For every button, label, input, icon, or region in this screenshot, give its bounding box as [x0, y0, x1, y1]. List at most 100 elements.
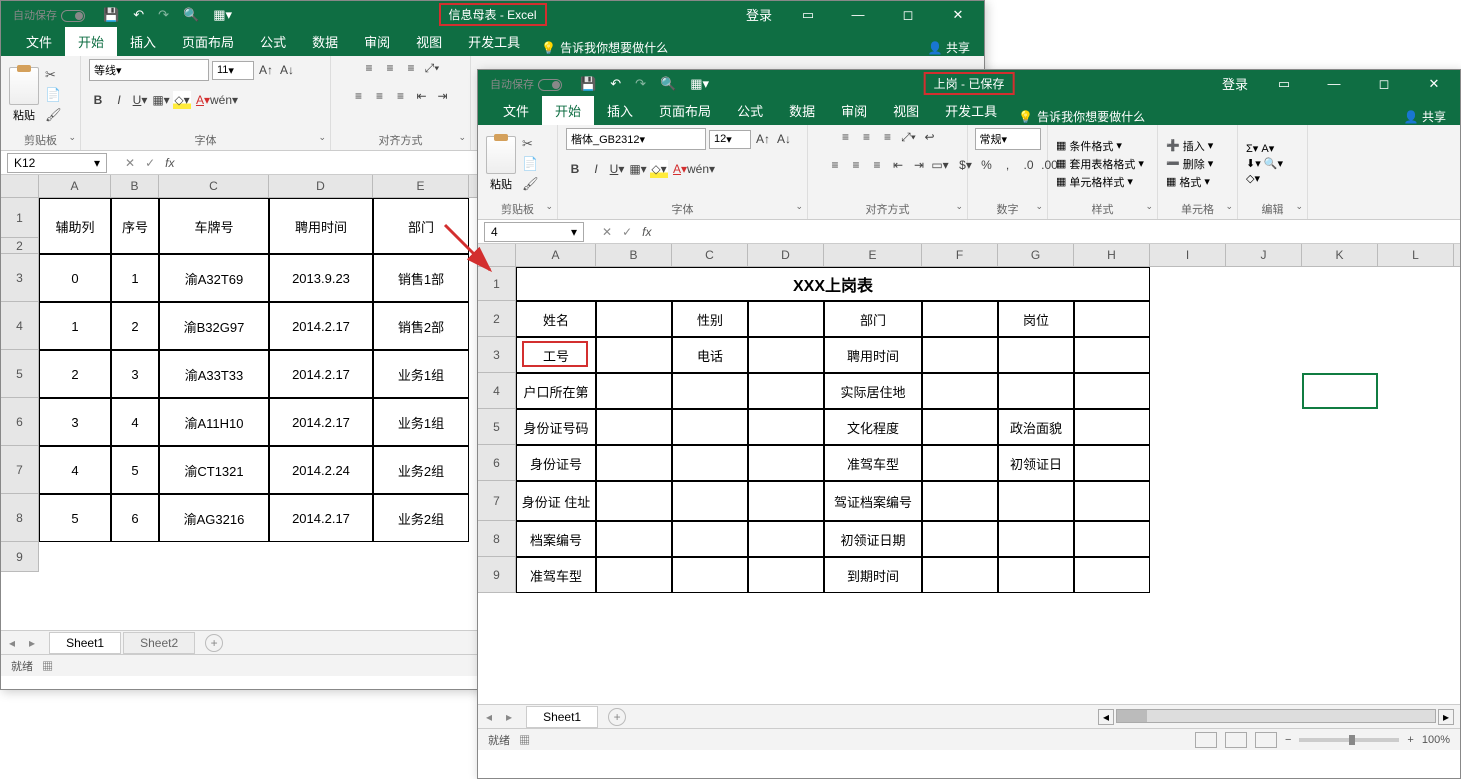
cancel-edit-icon[interactable]: ✕	[602, 225, 612, 239]
underline-button[interactable]: U▾	[131, 91, 149, 109]
cell-styles-button[interactable]: ▦ 单元格样式▾	[1056, 174, 1144, 190]
zoom-percent[interactable]: 100%	[1422, 734, 1450, 746]
format-cells-button[interactable]: ▦ 格式▾	[1166, 174, 1213, 190]
cell[interactable]: 工号	[516, 337, 596, 373]
number-format-combo[interactable]: 常规▾	[975, 128, 1041, 150]
tab-review[interactable]: 审阅	[351, 27, 403, 56]
cell[interactable]: 业务2组	[373, 446, 469, 494]
cell[interactable]: 辅助列	[39, 198, 111, 254]
sheet-tab-1[interactable]: Sheet1	[49, 632, 121, 654]
selected-cell[interactable]	[1302, 373, 1378, 409]
cell[interactable]: 3	[39, 398, 111, 446]
tab-view[interactable]: 视图	[403, 27, 455, 56]
cell[interactable]: 2014.2.17	[269, 398, 373, 446]
col-header[interactable]: E	[373, 175, 469, 197]
cell[interactable]	[1074, 557, 1150, 593]
col-header[interactable]: H	[1074, 244, 1150, 266]
cell[interactable]: 2014.2.17	[269, 302, 373, 350]
cell[interactable]: 初领证日期	[824, 521, 922, 557]
fill-button[interactable]: ⬇▾ 🔍▾	[1246, 157, 1283, 170]
phonetic-button[interactable]: wén▾	[215, 91, 233, 109]
wrap-text-icon[interactable]: ↩	[921, 128, 939, 146]
sheet-tab-2[interactable]: Sheet2	[123, 632, 195, 654]
cell[interactable]	[922, 481, 998, 521]
cell[interactable]	[1074, 445, 1150, 481]
cell[interactable]	[1074, 409, 1150, 445]
cell[interactable]: 5	[111, 446, 159, 494]
cell[interactable]	[672, 557, 748, 593]
cell[interactable]	[596, 445, 672, 481]
cell[interactable]	[748, 373, 824, 409]
zoom-in-icon[interactable]: +	[1407, 734, 1413, 746]
cell[interactable]	[1074, 481, 1150, 521]
col-header[interactable]: G	[998, 244, 1074, 266]
login-button[interactable]: 登录	[1222, 74, 1248, 93]
indent-dec-icon[interactable]: ⇤	[413, 87, 431, 105]
col-header[interactable]: C	[159, 175, 269, 197]
cell[interactable]: 2014.2.17	[269, 350, 373, 398]
format-painter-icon[interactable]: 🖌	[522, 176, 539, 192]
cell[interactable]: 部门	[824, 301, 922, 337]
font-name-combo[interactable]: 楷体_GB2312 ▾	[566, 128, 706, 150]
cell[interactable]: 实际居住地	[824, 373, 922, 409]
cell[interactable]	[922, 557, 998, 593]
cell[interactable]	[1074, 301, 1150, 337]
cell[interactable]: 2014.2.17	[269, 494, 373, 542]
cell[interactable]: 聘用时间	[824, 337, 922, 373]
paste-button[interactable]: 粘贴	[9, 67, 39, 123]
tab-formula[interactable]: 公式	[247, 27, 299, 56]
row-header[interactable]: 2	[1, 238, 39, 254]
cell[interactable]	[922, 445, 998, 481]
row-header[interactable]: 1	[1, 198, 39, 238]
currency-icon[interactable]: $▾	[957, 156, 975, 174]
cell[interactable]: 渝A33T33	[159, 350, 269, 398]
cell[interactable]: 渝CT1321	[159, 446, 269, 494]
col-header[interactable]: E	[824, 244, 922, 266]
increase-font-icon[interactable]: A↑	[754, 130, 772, 148]
row-header[interactable]: 7	[1, 446, 39, 494]
confirm-edit-icon[interactable]: ✓	[622, 225, 632, 239]
indent-dec-icon[interactable]: ⇤	[889, 156, 907, 174]
cell[interactable]	[672, 445, 748, 481]
cell[interactable]: 6	[111, 494, 159, 542]
row-header[interactable]: 5	[1, 350, 39, 398]
undo-icon[interactable]: ↶	[133, 7, 144, 23]
tab-file[interactable]: 文件	[13, 27, 65, 56]
cell[interactable]	[1074, 521, 1150, 557]
col-header[interactable]: B	[111, 175, 159, 197]
row-header[interactable]: 1	[478, 267, 516, 301]
cell[interactable]	[998, 481, 1074, 521]
bold-button[interactable]: B	[89, 91, 107, 109]
font-size-combo[interactable]: 12 ▾	[709, 130, 751, 149]
col-header[interactable]: A	[39, 175, 111, 197]
hscroll-track[interactable]	[1116, 709, 1436, 723]
tab-dev[interactable]: 开发工具	[932, 96, 1010, 125]
cell[interactable]	[672, 481, 748, 521]
cell[interactable]: 业务1组	[373, 350, 469, 398]
share-button[interactable]: 👤 共享	[1404, 108, 1446, 125]
cell[interactable]: 2	[111, 302, 159, 350]
macro-record-icon[interactable]: ▦	[519, 735, 530, 747]
percent-icon[interactable]: %	[978, 156, 996, 174]
paste-button[interactable]: 粘贴	[486, 136, 516, 192]
tab-home[interactable]: 开始	[65, 27, 117, 56]
align-top-icon[interactable]: ≡	[360, 59, 378, 77]
cell[interactable]: 聘用时间	[269, 198, 373, 254]
col-header[interactable]: F	[922, 244, 998, 266]
minimize-icon[interactable]: —	[1320, 74, 1348, 94]
add-sheet-button[interactable]: +	[608, 708, 626, 726]
indent-inc-icon[interactable]: ⇥	[910, 156, 928, 174]
align-left-icon[interactable]: ≡	[826, 156, 844, 174]
row-header[interactable]: 4	[1, 302, 39, 350]
cell[interactable]: 部门	[373, 198, 469, 254]
font-name-combo[interactable]: 等线 ▾	[89, 59, 209, 81]
delete-cells-button[interactable]: ➖ 删除▾	[1166, 156, 1213, 172]
cell[interactable]	[998, 373, 1074, 409]
align-middle-icon[interactable]: ≡	[381, 59, 399, 77]
cell[interactable]: 准驾车型	[824, 445, 922, 481]
cell[interactable]	[998, 557, 1074, 593]
cell[interactable]	[748, 301, 824, 337]
col-header[interactable]: D	[269, 175, 373, 197]
cell[interactable]: 性别	[672, 301, 748, 337]
cell[interactable]: 销售2部	[373, 302, 469, 350]
